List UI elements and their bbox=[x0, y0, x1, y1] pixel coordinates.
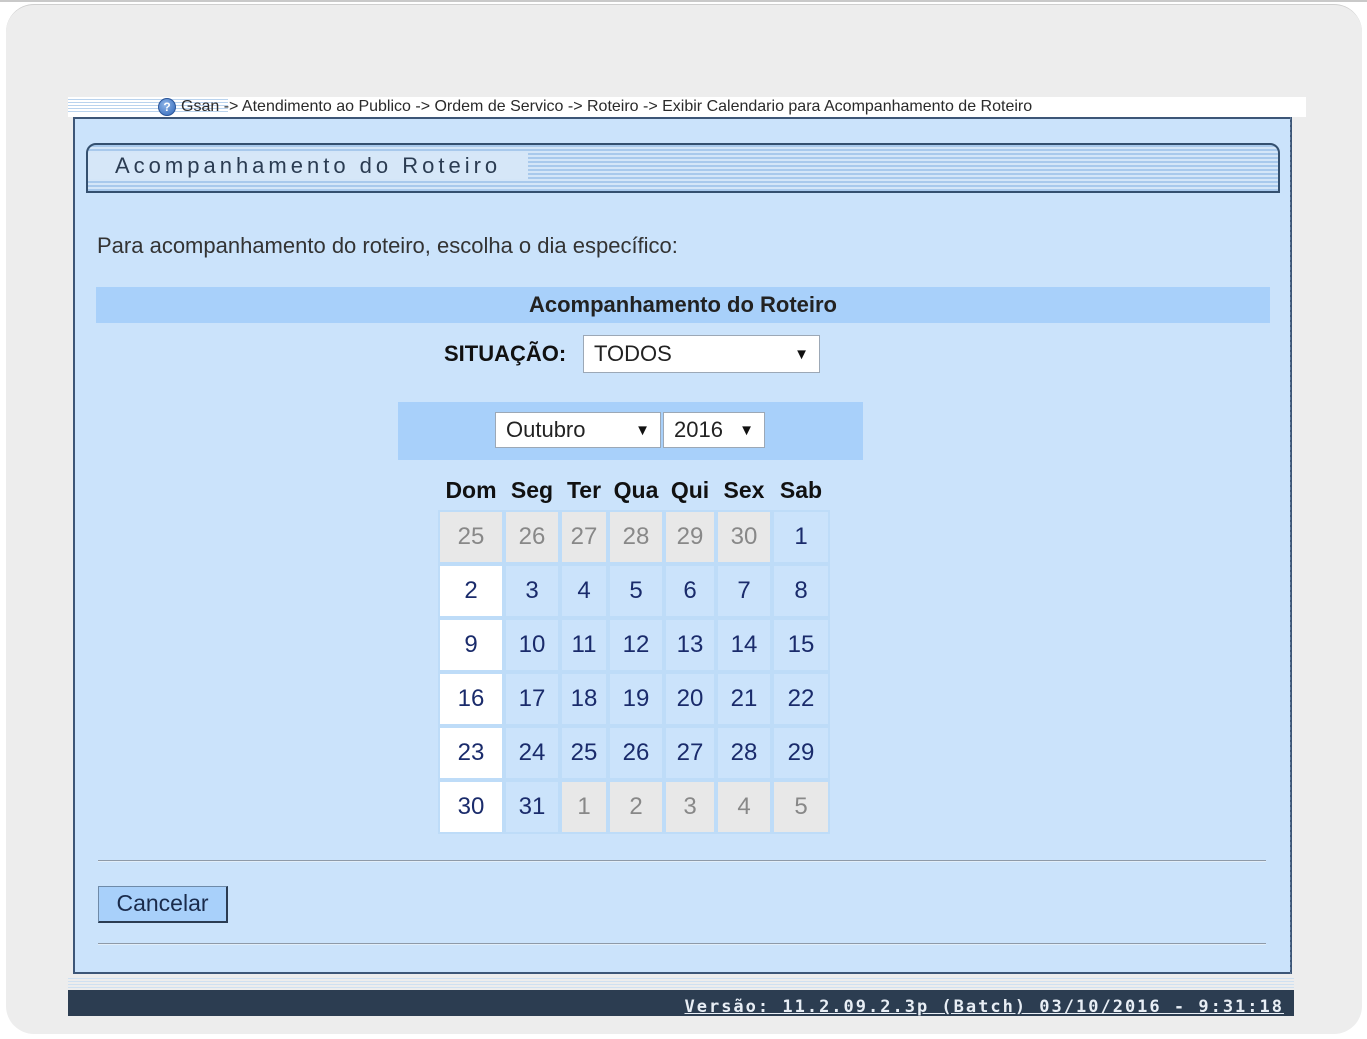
situacao-select[interactable]: TODOS ▼ bbox=[583, 335, 820, 373]
chevron-down-icon: ▼ bbox=[635, 421, 650, 439]
weekday-header-row: Dom Seg Ter Qua Qui Sex Sab bbox=[438, 470, 830, 510]
section-header: Acompanhamento do Roteiro bbox=[96, 287, 1270, 323]
instruction-text: Para acompanhamento do roteiro, escolha … bbox=[97, 233, 678, 258]
calendar-day[interactable]: 20 bbox=[664, 672, 716, 726]
breadcrumb: ? Gsan -> Atendimento ao Publico -> Orde… bbox=[158, 97, 1032, 117]
calendar-day[interactable]: 1 bbox=[772, 510, 830, 564]
situacao-value: TODOS bbox=[594, 341, 672, 366]
calendar-day[interactable]: 27 bbox=[560, 510, 608, 564]
calendar-body: 25 26 27 28 29 30 1 2 3 4 5 6 7 8 9 10 11 12 13 14 15 16 17 18 1… bbox=[438, 510, 830, 834]
calendar-week-row: 16 17 18 19 20 21 22 bbox=[438, 672, 830, 726]
calendar-day[interactable]: 9 bbox=[438, 618, 504, 672]
calendar-day[interactable]: 26 bbox=[504, 510, 560, 564]
calendar-day[interactable]: 23 bbox=[438, 726, 504, 780]
calendar-day[interactable]: 2 bbox=[438, 564, 504, 618]
panel-border-decoration bbox=[1290, 117, 1291, 974]
calendar-day[interactable]: 1 bbox=[560, 780, 608, 834]
calendar-day[interactable]: 30 bbox=[716, 510, 772, 564]
calendar-week-row: 23 24 25 26 27 28 29 bbox=[438, 726, 830, 780]
calendar-day[interactable]: 22 bbox=[772, 672, 830, 726]
calendar-day[interactable]: 11 bbox=[560, 618, 608, 672]
weekday-label: Seg bbox=[510, 476, 554, 503]
calendar-day[interactable]: 5 bbox=[772, 780, 830, 834]
calendar-day[interactable]: 28 bbox=[608, 510, 664, 564]
chevron-down-icon: ▼ bbox=[739, 421, 754, 439]
calendar-week-row: 9 10 11 12 13 14 15 bbox=[438, 618, 830, 672]
chevron-down-icon: ▼ bbox=[794, 345, 809, 363]
weekday-label: Qui bbox=[670, 476, 710, 503]
year-value: 2016 bbox=[674, 417, 723, 442]
calendar-day[interactable]: 3 bbox=[504, 564, 560, 618]
calendar-day[interactable]: 31 bbox=[504, 780, 560, 834]
calendar-day[interactable]: 24 bbox=[504, 726, 560, 780]
calendar-week-row: 2345678 bbox=[438, 564, 830, 618]
calendar-day[interactable]: 5 bbox=[608, 564, 664, 618]
month-value: Outubro bbox=[506, 417, 586, 442]
calendar-day[interactable]: 10 bbox=[504, 618, 560, 672]
situacao-label: SITUAÇÃO: bbox=[444, 341, 567, 366]
page-title: Acompanhamento do Roteiro bbox=[88, 153, 528, 179]
calendar-day[interactable]: 4 bbox=[560, 564, 608, 618]
version-text: Versão: 11.2.09.2.3p (Batch) 03/10/2016 … bbox=[684, 997, 1284, 1016]
page-title-box: Acompanhamento do Roteiro bbox=[86, 143, 1280, 193]
calendar-day[interactable]: 2 bbox=[608, 780, 664, 834]
calendar-day[interactable]: 27 bbox=[664, 726, 716, 780]
calendar-day[interactable]: 21 bbox=[716, 672, 772, 726]
month-select[interactable]: Outubro ▼ bbox=[495, 412, 661, 448]
calendar-day[interactable]: 28 bbox=[716, 726, 772, 780]
weekday-label: Sex bbox=[723, 476, 765, 503]
year-select[interactable]: 2016 ▼ bbox=[663, 412, 765, 448]
breadcrumb-text: Gsan -> Atendimento ao Publico -> Ordem … bbox=[181, 98, 1033, 115]
window-top-border bbox=[0, 0, 1367, 2]
calendar-day[interactable]: 6 bbox=[664, 564, 716, 618]
divider bbox=[98, 860, 1266, 862]
calendar-day[interactable]: 7 bbox=[716, 564, 772, 618]
cancel-button[interactable]: Cancelar bbox=[98, 886, 228, 923]
calendar-day[interactable]: 29 bbox=[772, 726, 830, 780]
calendar-day[interactable]: 29 bbox=[664, 510, 716, 564]
calendar-week-row: 25 26 27 28 29 30 1 bbox=[438, 510, 830, 564]
calendar-day[interactable]: 3 bbox=[664, 780, 716, 834]
calendar-day[interactable]: 25 bbox=[560, 726, 608, 780]
divider bbox=[98, 943, 1266, 945]
weekday-label: Dom bbox=[445, 476, 497, 503]
weekday-label: Ter bbox=[566, 476, 602, 503]
calendar-day[interactable]: 17 bbox=[504, 672, 560, 726]
calendar-day[interactable]: 13 bbox=[664, 618, 716, 672]
footer-bar: Versão: 11.2.09.2.3p (Batch) 03/10/2016 … bbox=[68, 990, 1294, 1016]
calendar-day[interactable]: 4 bbox=[716, 780, 772, 834]
calendar-day[interactable]: 14 bbox=[716, 618, 772, 672]
calendar-day[interactable]: 18 bbox=[560, 672, 608, 726]
weekday-label: Qua bbox=[613, 476, 659, 503]
footer-decoration bbox=[68, 978, 1294, 990]
calendar-day[interactable]: 8 bbox=[772, 564, 830, 618]
calendar-day[interactable]: 16 bbox=[438, 672, 504, 726]
calendar-day[interactable]: 12 bbox=[608, 618, 664, 672]
calendar-grid: Dom Seg Ter Qua Qui Sex Sab 25 26 27 28 29 30 1 2 3 4 5 6… bbox=[438, 470, 830, 834]
calendar-day[interactable]: 26 bbox=[608, 726, 664, 780]
calendar-day[interactable]: 25 bbox=[438, 510, 504, 564]
calendar-day[interactable]: 30 bbox=[438, 780, 504, 834]
help-icon[interactable]: ? bbox=[158, 98, 176, 116]
calendar-week-row: 30 31 1 2 3 4 5 bbox=[438, 780, 830, 834]
calendar-day[interactable]: 15 bbox=[772, 618, 830, 672]
calendar-day[interactable]: 19 bbox=[608, 672, 664, 726]
weekday-label: Sab bbox=[779, 476, 823, 503]
